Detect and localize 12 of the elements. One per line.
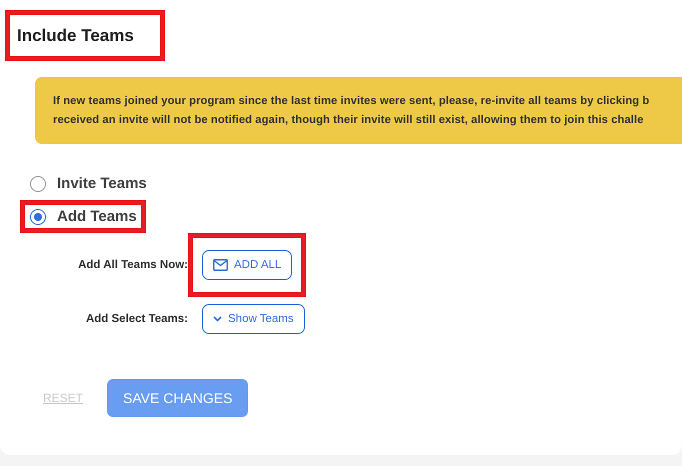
- notice-text: received an invite will not be notified again, though their invite will still exist, allowing them to join this challe: [53, 113, 645, 128]
- add-all-button[interactable]: ADD ALL: [202, 250, 292, 280]
- chevron-down-icon: [213, 316, 222, 322]
- section-title: Include Teams: [17, 26, 134, 46]
- radio-button[interactable]: [30, 208, 46, 224]
- show-teams-button[interactable]: Show Teams: [202, 304, 305, 334]
- field-label: Add Select Teams:: [84, 313, 188, 325]
- radio-option[interactable]: Invite Teams: [30, 175, 147, 192]
- notice-text: If new teams joined your program since the last time invites were sent, please, re-invite all teams by clicking b: [53, 94, 650, 109]
- radio-option[interactable]: Add Teams: [30, 208, 137, 225]
- radio-button[interactable]: [30, 176, 46, 192]
- mail-icon: [213, 259, 228, 271]
